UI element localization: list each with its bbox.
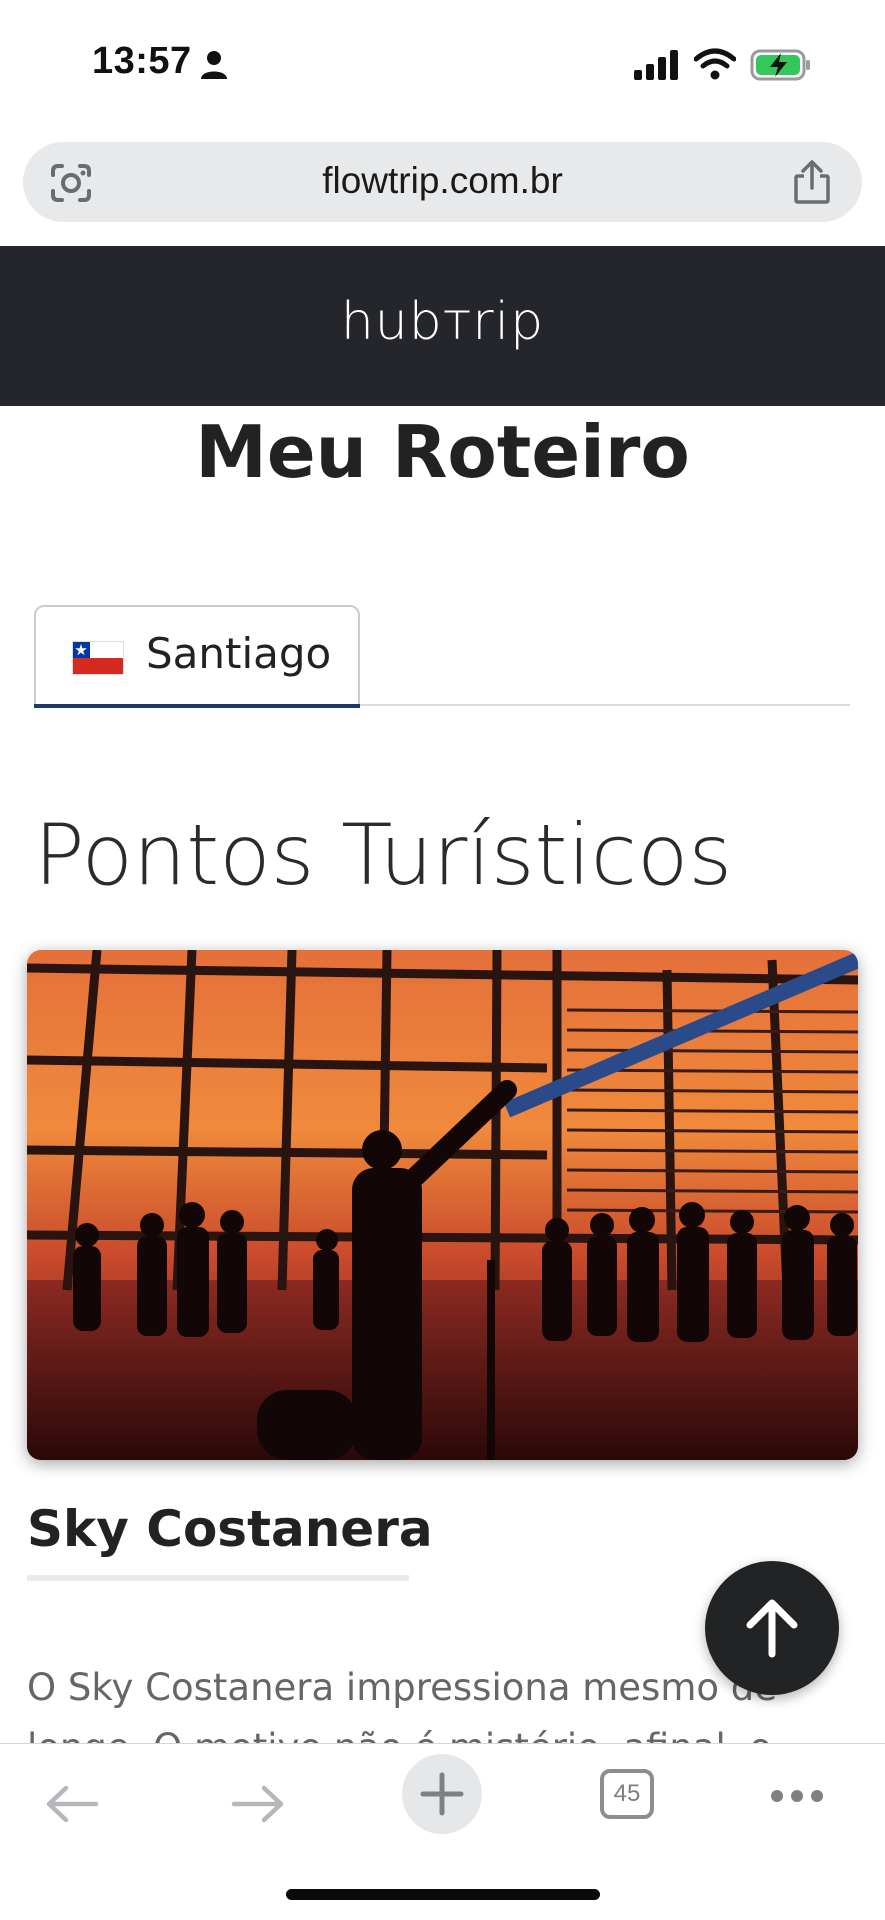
share-icon[interactable] <box>792 160 832 208</box>
attraction-title[interactable]: Sky Costanera <box>27 1500 433 1558</box>
forward-arrow-icon[interactable] <box>230 1784 286 1828</box>
person-icon <box>200 50 228 84</box>
arrow-up-icon <box>746 1599 798 1658</box>
status-bar: 13:57 <box>0 0 885 130</box>
status-time: 13:57 <box>92 40 192 82</box>
title-underline <box>27 1575 409 1581</box>
tabs-icon[interactable]: 45 <box>600 1769 654 1819</box>
more-icon[interactable] <box>770 1788 824 1807</box>
chile-flag-icon <box>72 641 124 679</box>
section-title: Pontos Turísticos <box>34 806 733 904</box>
attraction-image[interactable] <box>27 950 858 1460</box>
back-arrow-icon[interactable] <box>44 1784 100 1828</box>
scroll-to-top-button[interactable] <box>705 1561 839 1695</box>
signal-icon <box>634 50 680 84</box>
site-logo[interactable]: hubтrip <box>0 292 885 352</box>
plus-icon <box>420 1772 464 1816</box>
tab-santiago[interactable]: Santiago <box>34 605 360 708</box>
battery-charging-icon <box>750 48 812 86</box>
url-text[interactable]: flowtrip.com.br <box>23 160 862 202</box>
tab-count: 45 <box>613 1780 641 1807</box>
home-indicator <box>286 1889 600 1900</box>
tab-label: Santiago <box>146 629 332 678</box>
site-header: hubтrip <box>0 246 885 406</box>
new-tab-button[interactable] <box>402 1754 482 1834</box>
url-bar[interactable]: flowtrip.com.br <box>23 142 862 222</box>
page-title: Meu Roteiro <box>195 410 690 494</box>
wifi-icon <box>693 48 737 84</box>
